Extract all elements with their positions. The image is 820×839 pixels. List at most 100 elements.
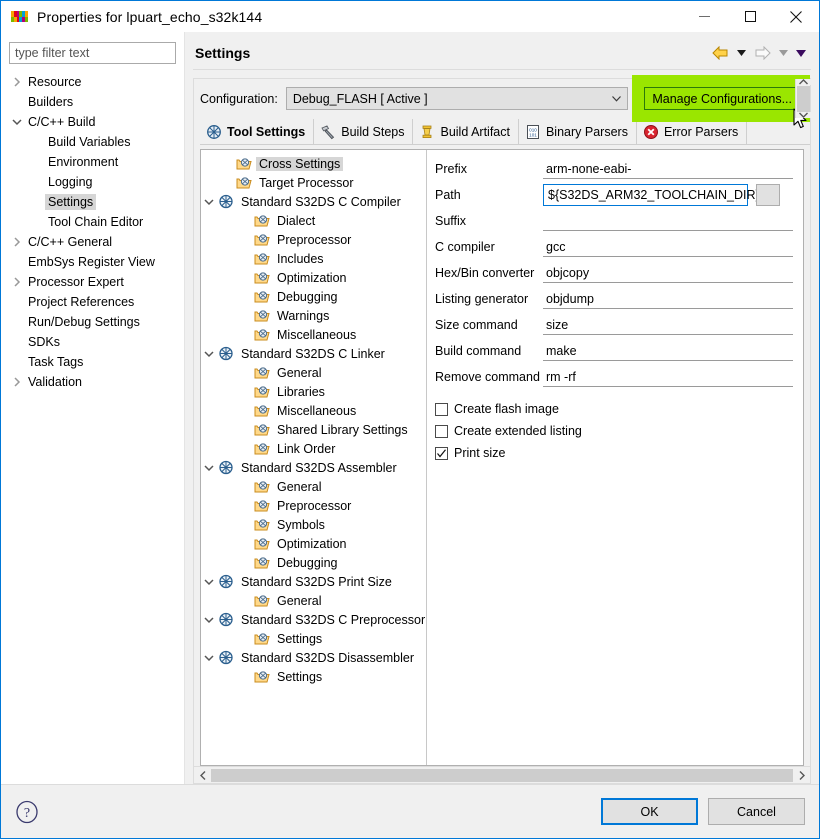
tool-tree-item[interactable]: Standard S32DS Disassembler	[201, 648, 426, 667]
scroll-up-chevron-up-icon[interactable]	[795, 79, 811, 85]
tool-tree-item[interactable]: Optimization	[201, 534, 426, 553]
sidebar-item-label: Run/Debug Settings	[28, 315, 140, 329]
vertical-scrollbar[interactable]	[795, 79, 811, 118]
tabs-area: Tool Settings Build Steps Build Artifact 01…	[193, 118, 811, 145]
create-flash-image-checkbox-row[interactable]: Create flash image	[435, 398, 793, 420]
cancel-button[interactable]: Cancel	[708, 798, 805, 825]
chevron-down-icon	[201, 464, 217, 472]
sidebar-item-tool-chain-editor[interactable]: Tool Chain Editor	[5, 212, 184, 232]
tool-tree-item[interactable]: Debugging	[201, 287, 426, 306]
c-compiler-input[interactable]: gcc	[543, 237, 793, 257]
settings-pane: Settings Configuration: Debug_FLASH [Ac…	[185, 32, 819, 784]
tab-error-parsers[interactable]: Error Parsers	[637, 119, 748, 144]
checkbox-unchecked-icon[interactable]	[435, 402, 448, 416]
tool-tree-item[interactable]: Standard S32DS C Preprocessor	[201, 610, 426, 629]
tool-tree-item[interactable]: General	[201, 477, 426, 496]
prefix-input[interactable]: arm-none-eabi-	[543, 159, 793, 179]
sidebar-item-run-debug-settings[interactable]: Run/Debug Settings	[5, 312, 184, 332]
sidebar-item-task-tags[interactable]: Task Tags	[5, 352, 184, 372]
minimize-button[interactable]	[681, 1, 727, 32]
sidebar-item-logging[interactable]: Logging	[5, 172, 184, 192]
tool-tree-item[interactable]: Includes	[201, 249, 426, 268]
tool-tree-item[interactable]: Preprocessor	[201, 496, 426, 515]
sidebar-item-embsys-register-view[interactable]: EmbSys Register View	[5, 252, 184, 272]
manage-configurations-button[interactable]: Manage Configurations...	[644, 87, 800, 110]
tool-tree-item[interactable]: Miscellaneous	[201, 325, 426, 344]
sidebar-item-builders[interactable]: Builders	[5, 92, 184, 112]
tool-tree-item[interactable]: General	[201, 591, 426, 610]
tab-build-steps[interactable]: Build Steps	[314, 119, 414, 144]
remove-command-input[interactable]: rm -rf	[543, 367, 793, 387]
tab-binary-parsers[interactable]: 010 101 Binary Parsers	[519, 119, 637, 144]
maximize-button[interactable]	[727, 1, 773, 32]
tool-tree-item[interactable]: Dialect	[201, 211, 426, 230]
sidebar-item-processor-expert[interactable]: Processor Expert	[5, 272, 184, 292]
sidebar-item-settings[interactable]: Settings	[5, 192, 184, 212]
tool-tree-item[interactable]: Optimization	[201, 268, 426, 287]
properties-dialog: Properties for lpuart_echo_s32k144 type …	[0, 0, 820, 839]
path-input[interactable]: ${S32DS_ARM32_TOOLCHAIN_DIR}	[543, 184, 760, 206]
tool-tree-item[interactable]: Standard S32DS C Compiler	[201, 192, 426, 211]
back-history-caret-down-icon[interactable]	[733, 44, 749, 62]
sidebar-item-build-variables[interactable]: Build Variables	[5, 132, 184, 152]
tool-tree-item[interactable]: Standard S32DS Print Size	[201, 572, 426, 591]
sidebar-item-label: SDKs	[28, 335, 60, 349]
configuration-row: Configuration: Debug_FLASH [ Active ] Ma…	[193, 75, 811, 129]
checkbox-checked-icon[interactable]	[435, 446, 448, 460]
tab-build-artifact[interactable]: Build Artifact	[413, 119, 519, 144]
create-extended-listing-checkbox-row[interactable]: Create extended listing	[435, 420, 793, 442]
suffix-input[interactable]	[543, 211, 793, 231]
tool-tree-item-label: Standard S32DS Print Size	[241, 574, 392, 589]
checkbox-unchecked-icon[interactable]	[435, 424, 448, 438]
sidebar-item-sdks[interactable]: SDKs	[5, 332, 184, 352]
sidebar-item-resource[interactable]: Resource	[5, 72, 184, 92]
scroll-down-chevron-down-icon[interactable]	[795, 112, 811, 118]
tool-tree-item[interactable]: Link Order	[201, 439, 426, 458]
tab-tool-settings[interactable]: Tool Settings	[200, 119, 315, 144]
build-command-input[interactable]: make	[543, 341, 793, 361]
chevron-down-icon	[201, 350, 217, 358]
tool-tree-item[interactable]: Target Processor	[201, 173, 426, 192]
tool-tree-item[interactable]: Miscellaneous	[201, 401, 426, 420]
hex-bin-converter-input[interactable]: objcopy	[543, 263, 793, 283]
tool-tree-item[interactable]: Warnings	[201, 306, 426, 325]
size-command-input[interactable]: size	[543, 315, 793, 335]
tool-tree-item[interactable]: Cross Settings	[201, 154, 426, 173]
print-size-checkbox-row[interactable]: Print size	[435, 442, 793, 464]
tool-tree-item[interactable]: Libraries	[201, 382, 426, 401]
tool-tree-item[interactable]: Preprocessor	[201, 230, 426, 249]
sidebar-item-validation[interactable]: Validation	[5, 372, 184, 392]
horizontal-scroll-thumb[interactable]	[211, 768, 793, 782]
form-row: Listing generator objdump	[435, 286, 793, 312]
sidebar-item-environment[interactable]: Environment	[5, 152, 184, 172]
tool-tree-item[interactable]: Settings	[201, 667, 426, 686]
tool-tree-item[interactable]: Debugging	[201, 553, 426, 572]
tool-tree-item[interactable]: Shared Library Settings	[201, 420, 426, 439]
back-arrow-icon[interactable]	[709, 43, 731, 63]
listing-generator-input[interactable]: objdump	[543, 289, 793, 309]
tool-tree-item[interactable]: Standard S32DS C Linker	[201, 344, 426, 363]
tool-tree-item[interactable]: Settings	[201, 629, 426, 648]
sidebar-item-c-c-general[interactable]: C/C++ General	[5, 232, 184, 252]
filter-input[interactable]: type filter text	[9, 42, 176, 64]
tool-tree-item[interactable]: Standard S32DS Assembler	[201, 458, 426, 477]
scroll-right-chevron-right-icon[interactable]	[794, 768, 809, 783]
help-question-icon[interactable]: ?	[15, 800, 39, 824]
ok-button[interactable]: OK	[601, 798, 698, 825]
view-menu-caret-down-icon[interactable]	[793, 44, 809, 62]
tool-tree-item[interactable]: Symbols	[201, 515, 426, 534]
tool-tree-item-label: Standard S32DS C Preprocessor	[241, 612, 426, 627]
sidebar-item-project-references[interactable]: Project References	[5, 292, 184, 312]
scroll-left-chevron-left-icon[interactable]	[195, 768, 210, 783]
close-button[interactable]	[773, 1, 819, 32]
tool-tree: Cross Settings Target Processor Standard S…	[201, 150, 427, 765]
vertical-scroll-thumb[interactable]	[796, 86, 810, 112]
horizontal-scrollbar[interactable]	[193, 767, 811, 784]
configuration-dropdown[interactable]: Debug_FLASH [ Active ]	[285, 87, 629, 110]
form-row: Remove command rm -rf	[435, 364, 793, 390]
browse-button[interactable]	[756, 184, 780, 206]
tool-icon	[217, 650, 235, 665]
settings-header: Settings	[193, 38, 811, 68]
tool-tree-item[interactable]: General	[201, 363, 426, 382]
sidebar-item-c-c-build[interactable]: C/C++ Build	[5, 112, 184, 132]
